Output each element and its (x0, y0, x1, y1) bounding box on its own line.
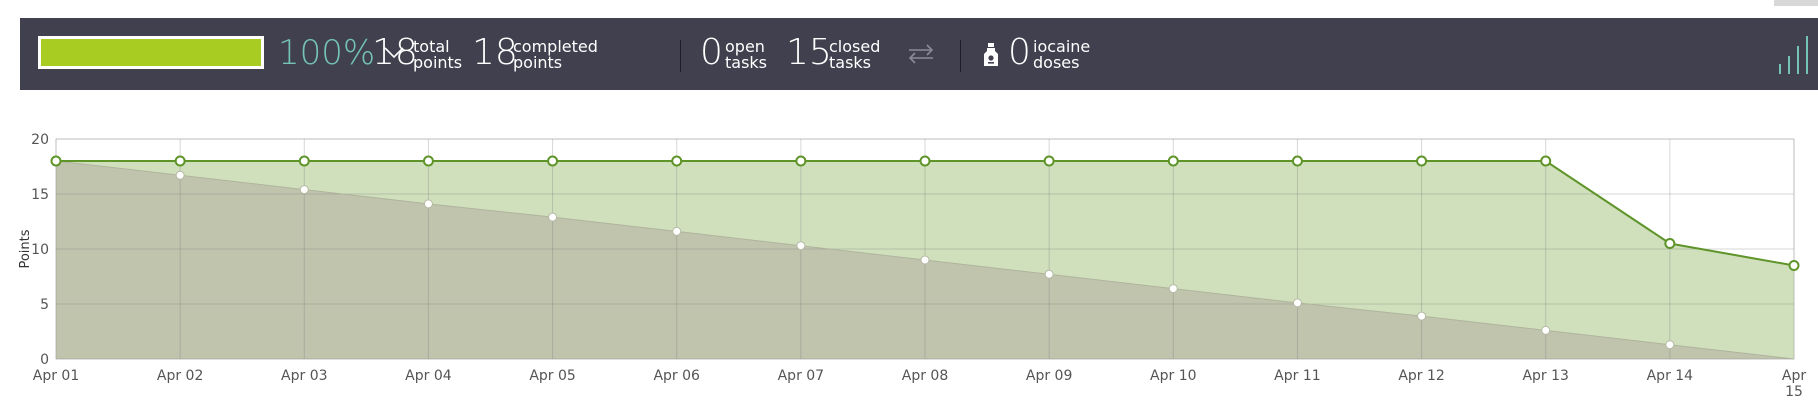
iocaine-doses-label: iocaine doses (1033, 37, 1091, 72)
actual-point (795, 155, 807, 167)
actual-point (547, 155, 559, 167)
burndown-chart: 0 5 10 15 20 Apr 01 Apr 02 Apr 03 Apr 04 Apr 05 Ap… (18, 132, 1806, 400)
actual-point (50, 155, 62, 167)
ideal-point (423, 199, 433, 209)
x-tick-label: Apr 10 (1150, 368, 1196, 384)
x-tick-label: Apr 03 (281, 368, 327, 384)
x-tick-label: Apr 02 (157, 368, 203, 384)
y-tick-label: 0 (40, 352, 49, 368)
x-tick-label: Apr 05 (529, 368, 575, 384)
bottle-icon (984, 43, 998, 66)
x-tick-label: Apr 01 (33, 368, 79, 384)
actual-point (174, 155, 186, 167)
ideal-point (1665, 340, 1675, 350)
actual-point (1167, 155, 1179, 167)
y-tick-label: 15 (31, 187, 49, 203)
x-tick-label: Apr 13 (1522, 368, 1568, 384)
divider (960, 40, 961, 72)
ideal-point (1541, 325, 1551, 335)
total-points-stat: 18 total points (372, 32, 462, 76)
closed-tasks-label: closed tasks (829, 37, 881, 72)
ideal-point (175, 170, 185, 180)
x-tick-label: Apr 12 (1398, 368, 1444, 384)
x-tick-label: Apr 11 (1274, 368, 1320, 384)
closed-tasks-stat: 15 closed tasks (786, 32, 886, 76)
completed-points-label: completed points (513, 37, 598, 72)
ideal-point (1292, 298, 1302, 308)
actual-point (422, 155, 434, 167)
total-points-label: total points (413, 37, 463, 72)
actual-point (919, 155, 931, 167)
x-tick-label: Apr 04 (405, 368, 452, 384)
completed-points-stat: 18 completed points (472, 32, 602, 76)
y-tick-label: 10 (31, 242, 49, 258)
actual-point (671, 155, 683, 167)
ideal-point (672, 226, 682, 236)
sprint-stats-bar: 100% 18 total points 18 completed points 0… (20, 18, 1818, 90)
x-tick-label: Apr 08 (902, 368, 948, 384)
actual-point (298, 155, 310, 167)
divider (680, 40, 681, 72)
open-tasks-stat: 0 open tasks (700, 32, 770, 76)
actual-point (1416, 155, 1428, 167)
x-tick-label: Apr 06 (653, 368, 700, 384)
progress-bar (38, 36, 264, 69)
actual-point (1291, 155, 1303, 167)
ideal-point (548, 212, 558, 222)
ideal-point (1168, 284, 1178, 294)
open-tasks-value: 0 (700, 32, 723, 73)
progress-percent: 100% (278, 33, 376, 73)
actual-point (1664, 238, 1676, 249)
actual-point (1540, 155, 1552, 167)
signal-bars-icon[interactable] (1778, 34, 1812, 74)
x-tick-label: Apr 14 (1647, 368, 1694, 384)
open-tasks-label: open tasks (725, 37, 768, 72)
iocaine-stat: 0 iocaine doses (1008, 32, 1108, 76)
actual-point (1043, 155, 1055, 167)
x-tick-label: 15 (1785, 384, 1803, 400)
y-tick-label: 5 (40, 297, 49, 313)
x-tick-label: Apr 09 (1026, 368, 1072, 384)
x-tick-label: Apr (1782, 368, 1806, 384)
completed-points-value: 18 (472, 32, 518, 73)
ideal-point (920, 255, 930, 265)
corner-tab (1774, 0, 1818, 6)
total-points-value: 18 (372, 32, 418, 73)
y-tick-label: 20 (31, 132, 49, 148)
ideal-point (299, 185, 309, 195)
x-tick-label: Apr 07 (778, 368, 824, 384)
actual-point (1788, 260, 1800, 271)
progress-bar-fill (41, 39, 261, 66)
ideal-point (796, 241, 806, 251)
swap-arrows-icon[interactable] (906, 42, 936, 66)
iocaine-doses-value: 0 (1008, 32, 1031, 73)
closed-tasks-value: 15 (786, 32, 832, 73)
y-axis-label: Points (18, 229, 33, 268)
ideal-point (1417, 311, 1427, 321)
ideal-point (1044, 269, 1054, 279)
